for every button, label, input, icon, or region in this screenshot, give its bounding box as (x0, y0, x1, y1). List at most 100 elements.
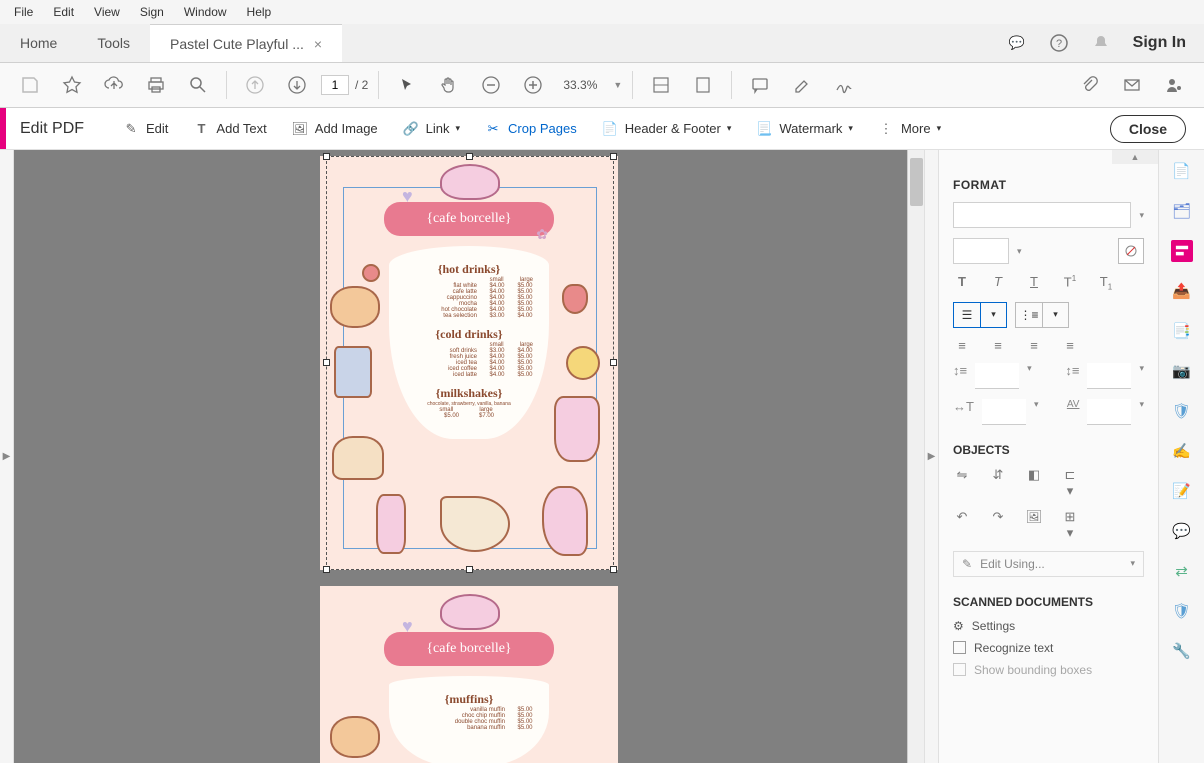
font-family-select[interactable] (953, 202, 1131, 228)
rotate-left-icon[interactable]: ↶ (953, 509, 971, 541)
horizontal-scale-icon[interactable]: ↔T (953, 399, 974, 425)
create-pdf-icon[interactable]: 📄 (1171, 160, 1193, 182)
document-canvas[interactable]: ♥ {cafe borcelle} ✿ {hot drinks} smallla… (14, 150, 924, 763)
header-footer-tool[interactable]: 📄 Header & Footer ▾ (589, 120, 744, 138)
save-icon[interactable] (18, 73, 42, 97)
chevron-down-icon[interactable]: ▾ (1139, 210, 1144, 221)
page-1[interactable]: ♥ {cafe borcelle} ✿ {hot drinks} smallla… (320, 156, 618, 570)
crop-handle[interactable] (610, 566, 617, 573)
char-space-select[interactable] (1087, 399, 1131, 425)
menu-window[interactable]: Window (174, 3, 237, 21)
edit-tool[interactable]: ✎ Edit (110, 120, 180, 138)
highlight-icon[interactable] (790, 73, 814, 97)
italic-icon[interactable]: T (989, 274, 1007, 292)
collapse-right-panel[interactable]: ▶ (924, 150, 938, 763)
signature-icon[interactable] (832, 73, 856, 97)
zoom-in-icon[interactable] (521, 73, 545, 97)
flip-horizontal-icon[interactable]: ⇋ (953, 467, 971, 499)
line-spacing-icon[interactable]: ↕≡ (953, 363, 967, 389)
attach-icon[interactable] (1078, 73, 1102, 97)
combine-files-icon[interactable]: 🗂 (1171, 200, 1193, 222)
bullet-list-button[interactable]: ☰▾ (953, 302, 1007, 328)
crop-handle[interactable] (610, 359, 617, 366)
sign-in-button[interactable]: Sign In (1133, 34, 1186, 52)
bold-icon[interactable]: T (953, 274, 971, 292)
cursor-icon[interactable] (395, 73, 419, 97)
help-icon[interactable]: ? (1049, 33, 1069, 53)
paragraph-spacing-icon[interactable]: ↕≡ (1065, 363, 1079, 389)
crop-handle[interactable] (323, 153, 330, 160)
more-tool[interactable]: ⋮ More ▾ (865, 120, 953, 138)
share-user-icon[interactable] (1162, 73, 1186, 97)
page-2[interactable]: ♥ {cafe borcelle} {muffins} vanilla muff… (320, 586, 618, 763)
crop-handle[interactable] (323, 359, 330, 366)
enhance-scans-icon[interactable]: 📷 (1171, 360, 1193, 382)
page-number-input[interactable] (321, 75, 349, 95)
line-spacing-select[interactable] (975, 363, 1019, 389)
fill-sign-icon[interactable]: ✍ (1171, 440, 1193, 462)
shield-rail-icon[interactable]: 🛡 (1171, 600, 1193, 622)
link-tool[interactable]: 🔗 Link ▾ (390, 120, 472, 138)
fit-width-icon[interactable] (649, 73, 673, 97)
zoom-level[interactable]: 33.3% (557, 78, 607, 92)
add-image-tool[interactable]: 🖼 Add Image (279, 120, 390, 138)
tab-close-icon[interactable]: × (314, 36, 322, 52)
mail-icon[interactable] (1120, 73, 1144, 97)
para-spacing-select[interactable] (1087, 363, 1131, 389)
chat-icon[interactable]: 💬 (1007, 33, 1027, 53)
cloud-upload-icon[interactable] (102, 73, 126, 97)
font-size-select[interactable] (953, 238, 1009, 264)
star-icon[interactable] (60, 73, 84, 97)
bounding-boxes-checkbox[interactable]: Show bounding boxes (953, 663, 1144, 677)
checkbox-icon[interactable] (953, 641, 966, 654)
char-spacing-icon[interactable]: AV (1067, 399, 1080, 425)
chevron-down-icon[interactable]: ▾ (1034, 399, 1039, 425)
prepare-form-icon[interactable]: 📝 (1171, 480, 1193, 502)
crop-handle[interactable] (610, 153, 617, 160)
align-objects-icon[interactable]: ⊏ ▾ (1061, 467, 1079, 499)
zoom-out-icon[interactable] (479, 73, 503, 97)
more-tools-icon[interactable]: 🔧 (1171, 640, 1193, 662)
crop-handle[interactable] (466, 153, 473, 160)
menu-file[interactable]: File (4, 3, 43, 21)
menu-view[interactable]: View (84, 3, 130, 21)
bell-icon[interactable] (1091, 33, 1111, 53)
tab-document[interactable]: Pastel Cute Playful ... × (150, 24, 342, 62)
canvas-scrollbar[interactable] (907, 150, 924, 763)
replace-image-icon[interactable]: 🖼 (1025, 509, 1043, 541)
add-text-tool[interactable]: T Add Text (180, 120, 278, 138)
protect-icon[interactable]: 🛡 (1171, 400, 1193, 422)
hand-icon[interactable] (437, 73, 461, 97)
close-button[interactable]: Close (1110, 115, 1186, 143)
chevron-down-icon[interactable]: ▾ (1027, 363, 1032, 389)
menu-help[interactable]: Help (237, 3, 282, 21)
crop-handle[interactable] (323, 566, 330, 573)
crop-object-icon[interactable]: ◧ (1025, 467, 1043, 499)
organize-pages-icon[interactable]: 📑 (1171, 320, 1193, 342)
watermark-tool[interactable]: 📃 Watermark ▾ (743, 120, 865, 138)
superscript-icon[interactable]: T1 (1061, 274, 1079, 292)
search-icon[interactable] (186, 73, 210, 97)
edit-using-dropdown[interactable]: ✎ Edit Using... ▾ (953, 551, 1144, 577)
compare-icon[interactable]: ⇄ (1171, 560, 1193, 582)
edit-pdf-rail-icon[interactable] (1171, 240, 1193, 262)
menu-edit[interactable]: Edit (43, 3, 84, 21)
hscale-select[interactable] (982, 399, 1026, 425)
fit-page-icon[interactable] (691, 73, 715, 97)
numbered-list-button[interactable]: ⋮≡▾ (1015, 302, 1069, 328)
crop-handle[interactable] (466, 566, 473, 573)
comment-icon[interactable] (748, 73, 772, 97)
tab-home[interactable]: Home (0, 24, 77, 62)
checkbox-icon[interactable] (953, 663, 966, 676)
align-justify-icon[interactable]: ≡ (1061, 338, 1079, 353)
settings-row[interactable]: ⚙ Settings (953, 619, 1144, 633)
page-down-icon[interactable] (285, 73, 309, 97)
menu-sign[interactable]: Sign (130, 3, 174, 21)
underline-icon[interactable]: T (1025, 274, 1043, 292)
comment-rail-icon[interactable]: 💬 (1171, 520, 1193, 542)
collapse-format-panel[interactable]: ▲ (1112, 150, 1158, 164)
arrange-icon[interactable]: ⊞ ▾ (1061, 509, 1079, 541)
recognize-text-checkbox[interactable]: Recognize text (953, 641, 1144, 655)
tab-tools[interactable]: Tools (77, 24, 150, 62)
chevron-down-icon[interactable]: ▾ (1139, 363, 1144, 389)
